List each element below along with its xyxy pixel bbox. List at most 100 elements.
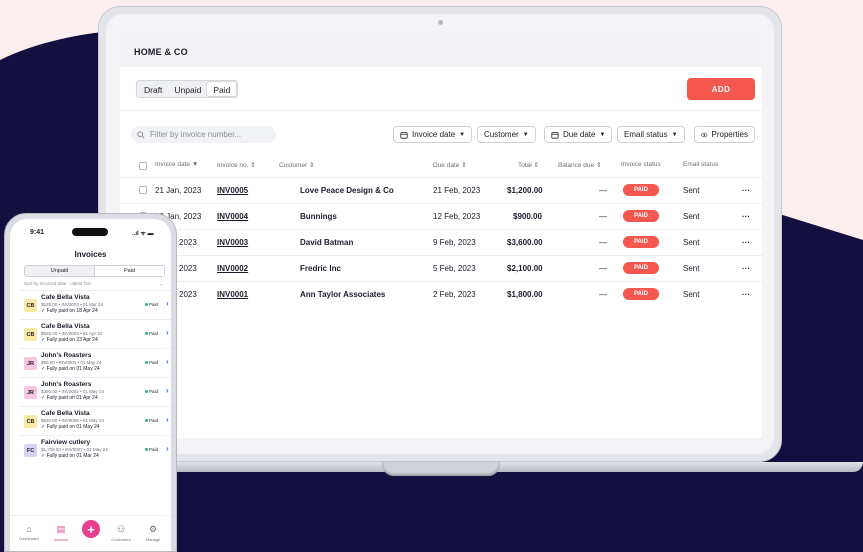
row-checkbox[interactable] (139, 186, 147, 194)
column-customer[interactable]: Customer ⇕ (279, 161, 314, 169)
list-item[interactable]: JR John's Roasters $390.00 • INV0002 • 0… (20, 377, 171, 406)
status-label: Paid (149, 360, 159, 365)
invoice-number-link[interactable]: INV0001 (217, 290, 248, 299)
table-row[interactable]: 9 Jan, 2023 INV0003 David Batman 9 Feb, … (120, 229, 762, 255)
phone-frame: 9:41 ..ıl ᯤ ▬ Invoices Unpaid Paid Sort … (4, 213, 177, 552)
invoice-number-link[interactable]: INV0002 (217, 264, 248, 273)
list-item[interactable]: FC Fairview cutlery $1,709.50 • INV0007 … (20, 435, 171, 464)
balance-due-cell: — (599, 186, 607, 195)
status-badge: PAID (623, 288, 659, 300)
column-label: Due date (433, 162, 460, 169)
avatar: CB (24, 328, 37, 341)
email-status-cell: Sent (683, 186, 700, 195)
column-invoice-no[interactable]: Invoice no. ⇕ (217, 161, 256, 169)
paid-date: ✓ Fully paid on 01 Apr 24 (41, 395, 98, 401)
status-time: 9:41 (30, 229, 45, 236)
status-label: Paid (149, 302, 159, 307)
segment-paid[interactable]: Paid (94, 266, 164, 276)
status-badge: PAID (623, 236, 659, 248)
list-item[interactable]: CB Cafe Bella Vista $525.00 • INV0004 • … (20, 319, 171, 348)
tab-draft[interactable]: Draft (138, 82, 168, 96)
chevron-right-icon[interactable]: › (166, 386, 169, 395)
nav-customers[interactable]: ⚇ Customers (106, 524, 136, 542)
status-badge: PAID (623, 262, 659, 274)
paid-date: ✓ Fully paid on 01 May 24 (41, 424, 100, 430)
column-invoice-date[interactable]: Invoice date ▼ (155, 161, 198, 168)
column-label: Balance due (558, 162, 595, 169)
list-item[interactable]: JR John's Roasters $50.00 • INV0001 • 01… (20, 348, 171, 377)
more-options-icon[interactable]: ··· (742, 186, 750, 195)
home-icon: ⌂ (26, 524, 32, 534)
due-date-cell: 21 Feb, 2023 (433, 186, 481, 195)
email-status-cell: Sent (683, 264, 700, 273)
list-item[interactable]: CB Cafe Bella Vista $630.00 • INV0006 • … (20, 406, 171, 435)
add-invoice-button[interactable]: + (82, 520, 100, 538)
table-header: Invoice date ▼ Invoice no. ⇕ Customer ⇕ … (120, 158, 762, 174)
nav-label: Dashboard (19, 536, 39, 541)
balance-due-cell: — (599, 290, 607, 299)
select-all-checkbox[interactable] (139, 162, 147, 170)
invoice-number-link[interactable]: INV0004 (217, 212, 248, 221)
customer-name: Cafe Bella Vista (41, 323, 90, 330)
invoice-date-filter[interactable]: Invoice date ▼ (393, 126, 473, 143)
more-options-icon[interactable]: ··· (742, 212, 750, 221)
due-date-cell: 2 Feb, 2023 (433, 290, 476, 299)
properties-button[interactable]: Properties (694, 126, 755, 143)
nav-invoices[interactable]: ▤ Invoices (46, 524, 76, 542)
chevron-right-icon[interactable]: › (166, 357, 169, 366)
customer-cell: Bunnings (300, 212, 337, 221)
camera-icon (438, 20, 443, 25)
invoice-number-link[interactable]: INV0003 (217, 238, 248, 247)
more-options-icon[interactable]: ··· (742, 238, 750, 247)
nav-dashboard[interactable]: ⌂ Dashboard (14, 524, 44, 541)
customer-name: Cafe Bella Vista (41, 294, 90, 301)
table-row[interactable]: 2 Jan, 2023 INV0001 Ann Taylor Associate… (120, 281, 762, 307)
table-row[interactable]: 12 Jan, 2023 INV0004 Bunnings 12 Feb, 20… (120, 203, 762, 229)
chevron-right-icon[interactable]: › (166, 299, 169, 308)
column-total[interactable]: Total ⇕ (518, 161, 539, 169)
paid-date: ✓ Fully paid on 18 Apr 24 (41, 308, 98, 314)
invoice-date-cell: 21 Jan, 2023 (155, 186, 202, 195)
invoice-number-link[interactable]: INV0005 (217, 186, 248, 195)
customer-filter-label: Customer (484, 130, 519, 139)
nav-label: Invoices (53, 537, 69, 542)
due-date-filter[interactable]: Due date ▼ (544, 126, 613, 143)
more-options-icon[interactable]: ··· (742, 264, 750, 273)
sort-selector[interactable]: Sort by Invoiced date - oldest first ⌄ (24, 281, 165, 286)
status-dot-icon (145, 303, 148, 306)
column-invoice-status: Invoice status (621, 161, 661, 168)
tab-unpaid[interactable]: Unpaid (168, 82, 207, 96)
more-options-icon[interactable]: ··· (742, 290, 750, 299)
status-label: Paid (149, 447, 159, 452)
email-status-filter[interactable]: Email status ▼ (617, 126, 685, 143)
dynamic-island (72, 228, 108, 236)
chevron-right-icon[interactable]: › (166, 444, 169, 453)
chevron-down-icon: ▼ (599, 131, 606, 138)
status-segmented-control: Unpaid Paid (24, 265, 165, 277)
column-due-date[interactable]: Due date ⇕ (433, 161, 467, 169)
segment-unpaid[interactable]: Unpaid (25, 266, 94, 276)
chevron-right-icon[interactable]: › (166, 415, 169, 424)
customer-filter[interactable]: Customer ▼ (477, 126, 536, 143)
list-item[interactable]: CB Cafe Bella Vista $525.00 • INV0003 • … (20, 290, 171, 319)
table-row[interactable]: 21 Jan, 2023 INV0005 Love Peace Design &… (120, 177, 762, 203)
table-row[interactable]: 5 Jan, 2023 INV0002 Fredric Inc 5 Feb, 2… (120, 255, 762, 281)
bottom-nav: ⌂ Dashboard ▤ Invoices + ⚇ Customers ⚙ Manag… (10, 515, 171, 551)
tab-paid[interactable]: Paid (207, 82, 237, 96)
balance-due-cell: — (599, 212, 607, 221)
status-badge: Paid (145, 331, 158, 336)
status-badge: Paid (145, 447, 158, 452)
status-badge: PAID (623, 184, 659, 196)
status-badge: PAID (623, 210, 659, 222)
document-icon: ▤ (56, 524, 66, 534)
total-cell: $1,200.00 (507, 186, 543, 195)
nav-manage[interactable]: ⚙ Manage (138, 524, 168, 542)
status-dot-icon (145, 332, 148, 335)
chevron-down-icon: ▼ (671, 131, 678, 138)
search-input[interactable]: Filter by invoice number... (131, 126, 276, 143)
invoices-card: Draft Unpaid Paid ADD Filter by invoice … (120, 67, 762, 438)
add-button[interactable]: ADD (687, 78, 755, 100)
status-dot-icon (145, 361, 148, 364)
column-balance-due[interactable]: Balance due ⇕ (558, 161, 601, 169)
chevron-right-icon[interactable]: › (166, 328, 169, 337)
